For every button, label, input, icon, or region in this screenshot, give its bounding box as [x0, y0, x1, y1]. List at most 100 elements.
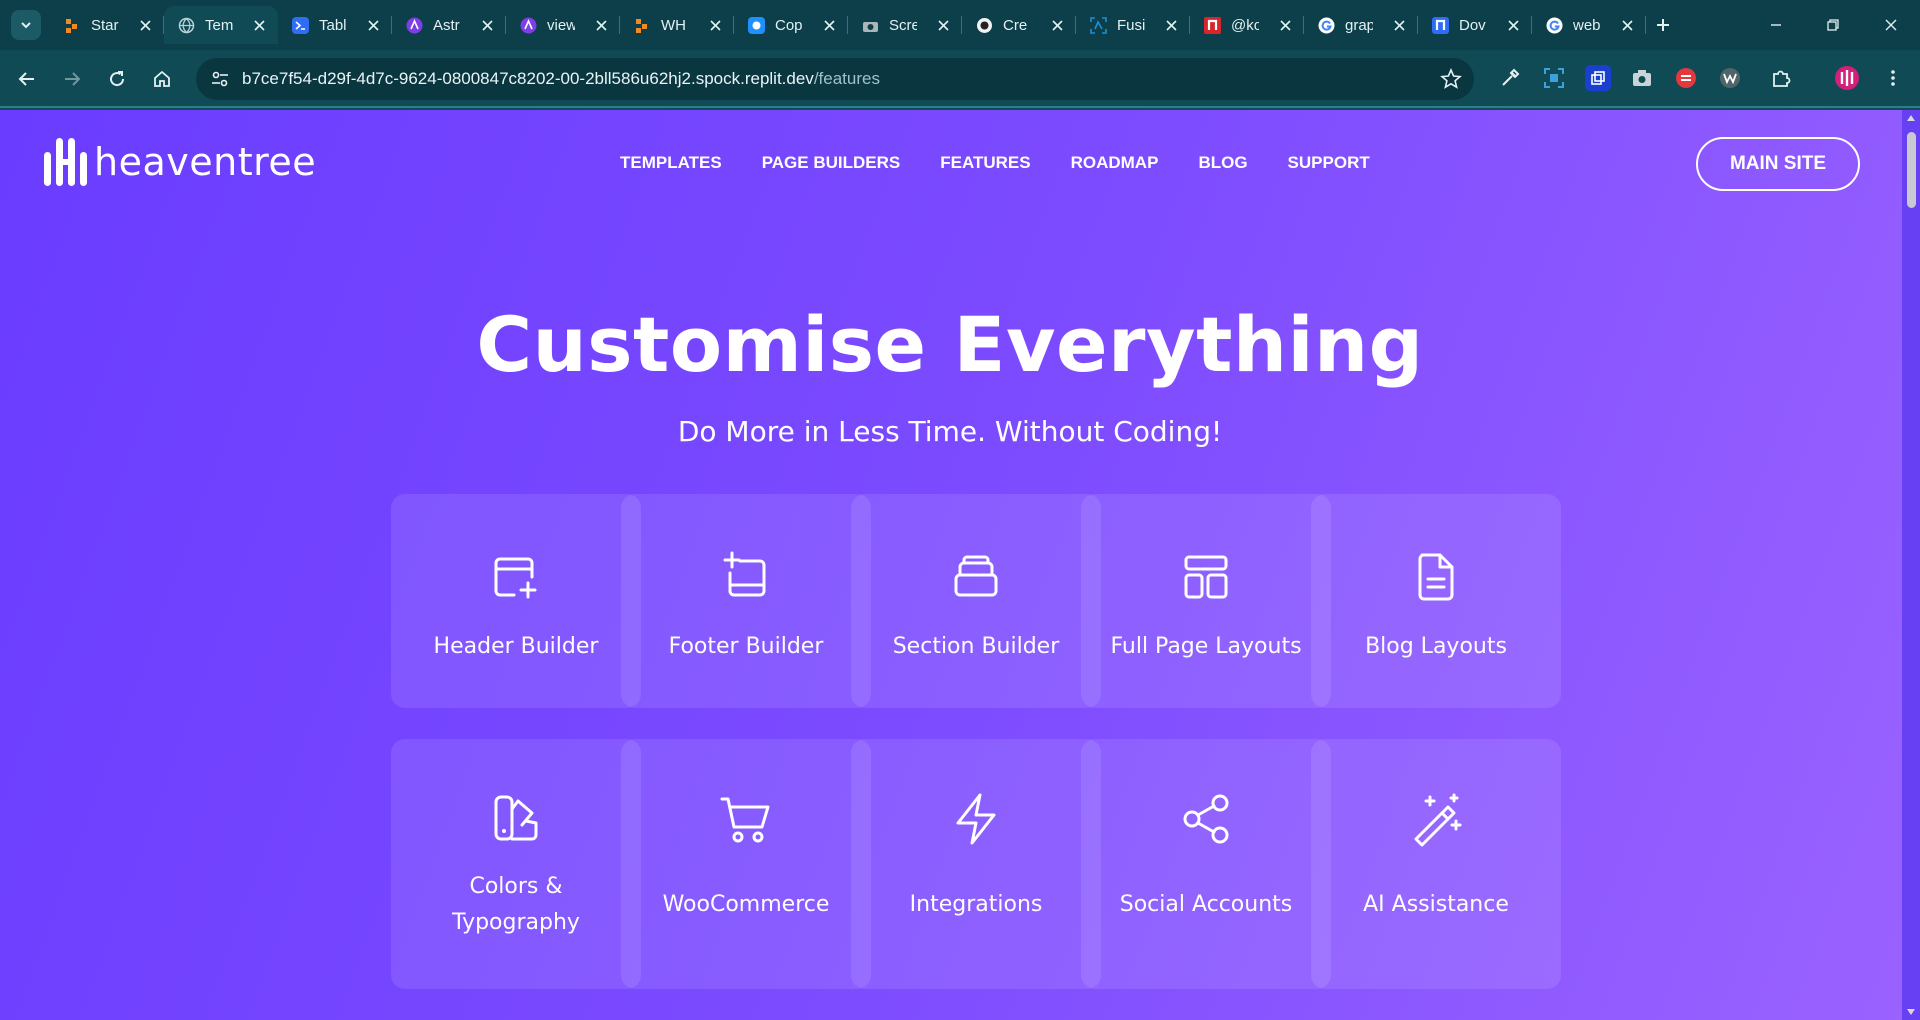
feature-label: Colors & Typography [452, 874, 580, 935]
url-path: /features [813, 69, 880, 88]
site-logo[interactable]: heaventree [42, 134, 316, 190]
browser-add-icon [488, 549, 544, 605]
feature-label: Header Builder [433, 634, 599, 659]
chevron-down-icon [21, 22, 31, 29]
browser-menu-button[interactable] [1880, 65, 1906, 91]
browser-tab[interactable]: Scre [848, 6, 962, 44]
main-site-button[interactable]: MAIN SITE [1696, 137, 1860, 191]
close-icon[interactable] [1504, 16, 1522, 34]
browser-tab[interactable]: @ko [1190, 6, 1304, 44]
feature-card-social-accounts[interactable]: Social Accounts [1081, 739, 1331, 989]
puzzle-icon [1773, 70, 1791, 87]
tab-title: Scre [889, 16, 917, 34]
close-icon[interactable] [820, 16, 838, 34]
nav-link-page-builders[interactable]: PAGE BUILDERS [762, 153, 901, 173]
wappalyzer-extension[interactable] [1717, 65, 1743, 91]
browser-tab[interactable]: web [1532, 6, 1646, 44]
feature-label: Section Builder [892, 634, 1060, 659]
minimize-button[interactable] [1763, 12, 1789, 38]
orange-blocks-icon [634, 17, 651, 34]
address-bar[interactable]: b7ce7f54-d29f-4d7c-9624-0800847c8202-00-… [196, 58, 1474, 100]
close-icon[interactable] [934, 16, 952, 34]
tab-title: grap [1345, 16, 1373, 34]
feature-card-ai-assistance[interactable]: AI Assistance [1311, 739, 1561, 989]
globe-icon [178, 17, 195, 34]
restore-button[interactable] [1820, 12, 1846, 38]
browser-tab[interactable]: Astr [392, 6, 506, 44]
bookmark-star-icon[interactable] [1440, 68, 1462, 90]
feature-card-colors-typography[interactable]: Colors & Typography [391, 739, 641, 989]
browser-tab[interactable]: Tabl [278, 6, 392, 44]
n-blue-icon [1432, 16, 1449, 34]
browser-tab[interactable]: Cre [962, 6, 1076, 44]
close-icon[interactable] [364, 16, 382, 34]
document-icon [1408, 549, 1464, 605]
feature-card-footer-builder[interactable]: Footer Builder [621, 494, 871, 708]
nav-link-features[interactable]: FEATURES [940, 153, 1030, 173]
nav-link-roadmap[interactable]: ROADMAP [1071, 153, 1159, 173]
tab-strip: Star Tem Tabl Astr view WH Cop Scre Cre Fusi @ko gr… [0, 0, 1920, 50]
nav-link-blog[interactable]: BLOG [1198, 153, 1247, 173]
scroll-down-icon[interactable] [1906, 1008, 1916, 1016]
nav-link-support[interactable]: SUPPORT [1288, 153, 1370, 173]
arrow-left-icon [18, 72, 34, 86]
close-icon[interactable] [1276, 16, 1294, 34]
reload-button[interactable] [103, 65, 131, 93]
url-host: b7ce7f54-d29f-4d7c-9624-0800847c8202-00-… [242, 69, 814, 88]
browser-tab[interactable]: WH [620, 6, 734, 44]
url-text[interactable]: b7ce7f54-d29f-4d7c-9624-0800847c8202-00-… [242, 69, 880, 89]
feature-label: Social Accounts [1119, 892, 1293, 917]
feature-card-header-builder[interactable]: Header Builder [391, 494, 641, 708]
red-extension[interactable] [1673, 65, 1699, 91]
screen-capture-extension[interactable] [1541, 65, 1567, 91]
arrow-right-icon [65, 72, 81, 86]
copy-extension[interactable] [1585, 65, 1611, 91]
browser-tab[interactable]: Star [50, 6, 164, 44]
feature-card-blog-layouts[interactable]: Blog Layouts [1311, 494, 1561, 708]
tab-title: Tem [205, 16, 233, 34]
close-icon[interactable] [1618, 16, 1636, 34]
color-picker-extension[interactable] [1497, 65, 1523, 91]
scroll-thumb[interactable] [1907, 132, 1916, 208]
scroll-up-icon[interactable] [1906, 114, 1916, 122]
browser-tab[interactable]: Cop [734, 6, 848, 44]
site-settings-icon[interactable] [210, 69, 230, 89]
tab-title: Cop [775, 16, 803, 34]
nav-link-templates[interactable]: TEMPLATES [620, 153, 722, 173]
close-icon[interactable] [1162, 16, 1180, 34]
forward-button[interactable] [58, 65, 86, 93]
page-scrollbar[interactable] [1902, 110, 1920, 1020]
feature-card-full-page-layouts[interactable]: Full Page Layouts [1081, 494, 1331, 708]
tab-title: Tabl [319, 16, 347, 34]
swatch-icon [488, 791, 544, 847]
home-button[interactable] [148, 65, 176, 93]
close-icon[interactable] [1390, 16, 1408, 34]
tab-title: Star [91, 16, 119, 34]
browser-tab[interactable]: Fusi [1076, 6, 1190, 44]
close-window-button[interactable] [1878, 12, 1904, 38]
browser-tab[interactable]: view [506, 6, 620, 44]
browser-tab[interactable]: Tem [164, 6, 278, 44]
feature-card-woocommerce[interactable]: WooCommerce [621, 739, 871, 989]
red-badge-icon [1676, 68, 1696, 88]
new-tab-button[interactable] [1650, 12, 1676, 38]
close-icon[interactable] [706, 16, 724, 34]
feature-card-integrations[interactable]: Integrations [851, 739, 1101, 989]
screenshot-extension[interactable] [1629, 65, 1655, 91]
profile-avatar[interactable] [1834, 65, 1860, 91]
reload-icon [110, 71, 125, 87]
back-button[interactable] [13, 65, 41, 93]
close-icon[interactable] [478, 16, 496, 34]
browser-tab[interactable]: Dov [1418, 6, 1532, 44]
close-icon[interactable] [250, 16, 268, 34]
extensions-button[interactable] [1768, 65, 1794, 91]
browser-tab[interactable]: grap [1304, 6, 1418, 44]
copilot-icon [748, 16, 765, 34]
fusion-icon [1090, 16, 1107, 34]
close-icon[interactable] [592, 16, 610, 34]
terminal-icon [292, 16, 309, 34]
feature-card-section-builder[interactable]: Section Builder [851, 494, 1101, 708]
tab-search-button[interactable] [11, 10, 41, 40]
close-icon[interactable] [1048, 16, 1066, 34]
close-icon[interactable] [136, 16, 154, 34]
